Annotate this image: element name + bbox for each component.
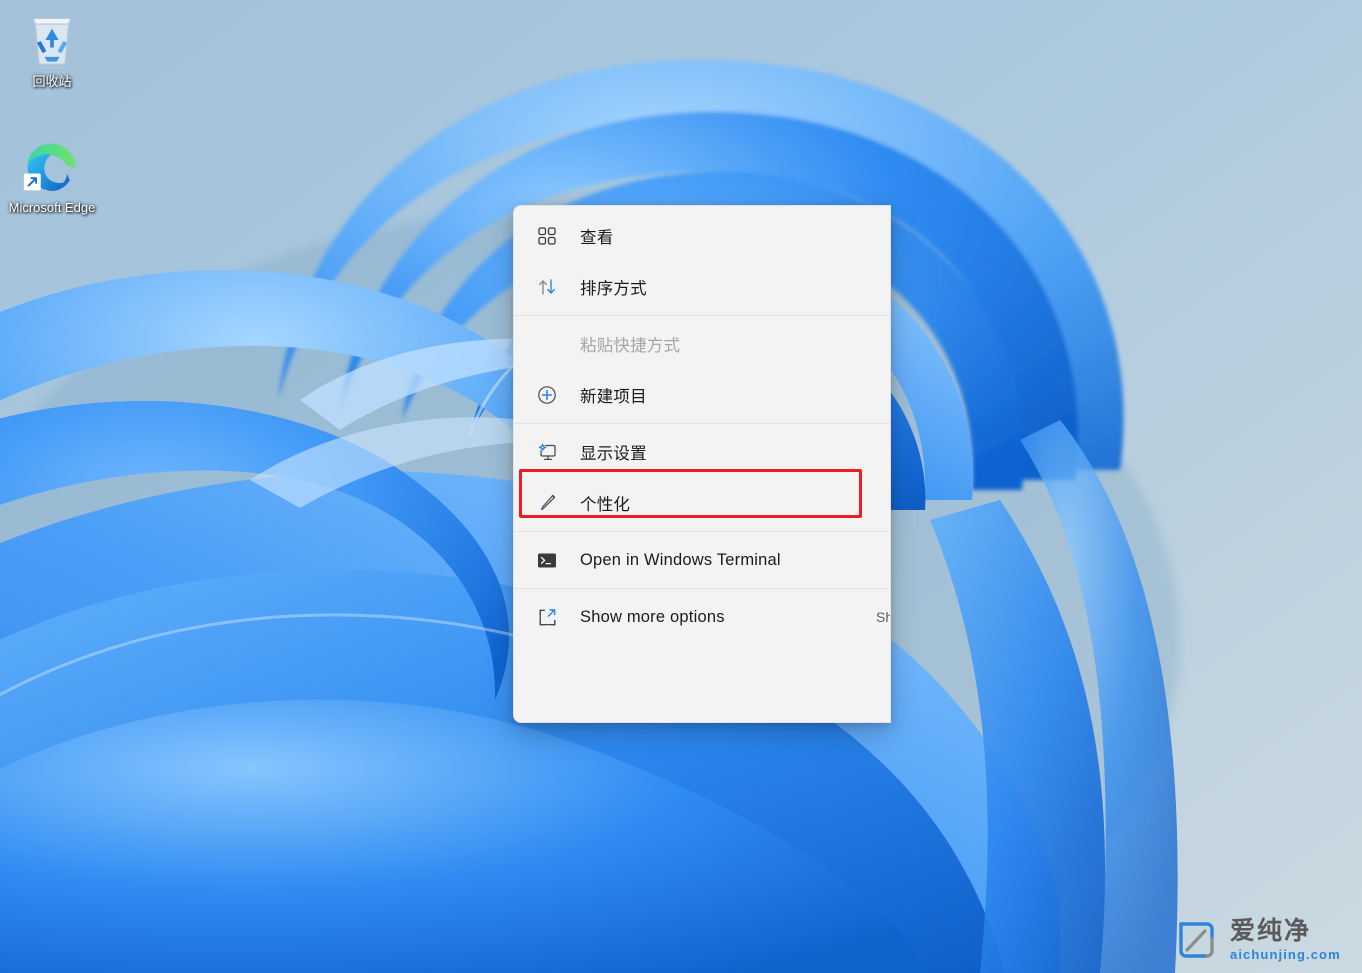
menu-item-display-settings[interactable]: 显示设置 bbox=[518, 427, 886, 477]
grid-view-icon bbox=[536, 225, 558, 247]
menu-item-label: 排序方式 bbox=[580, 280, 647, 298]
paintbrush-icon bbox=[536, 492, 558, 514]
menu-item-label: 新建项目 bbox=[580, 388, 647, 406]
aichunjing-logo-icon bbox=[1179, 922, 1214, 958]
menu-item-paste-shortcut: 粘贴快捷方式 bbox=[518, 319, 886, 369]
menu-item-accelerator: Shift bbox=[875, 609, 890, 625]
more-options-icon bbox=[536, 606, 558, 628]
terminal-icon bbox=[536, 549, 558, 571]
menu-item-view[interactable]: 查看 bbox=[518, 211, 886, 261]
menu-item-open-in-windows-terminal[interactable]: Open in Windows Terminal bbox=[518, 535, 886, 585]
menu-item-label: Open in Windows Terminal bbox=[580, 550, 781, 569]
menu-item-label: 粘贴快捷方式 bbox=[580, 337, 681, 355]
monitor-gear-icon bbox=[536, 441, 558, 463]
desktop-icon-microsoft-edge[interactable]: Microsoft Edge bbox=[4, 136, 100, 216]
menu-item-label: 显示设置 bbox=[580, 445, 647, 463]
menu-separator bbox=[514, 423, 890, 424]
desktop-context-menu[interactable]: 查看 排序方式 粘贴快捷方式 新建项目 显示设置 个性化 Open in Win… bbox=[513, 205, 891, 723]
watermark-cn-text: 爱纯净 bbox=[1230, 917, 1312, 945]
edge-icon bbox=[23, 143, 76, 191]
menu-item-label: 个性化 bbox=[580, 496, 631, 514]
recycle-bin-icon bbox=[32, 17, 72, 66]
desktop[interactable]: 回收站 Microsoft Edge 查看 排序方式 粘贴快捷方式 新建项目 显… bbox=[0, 0, 1362, 973]
menu-item-label: Show more options bbox=[580, 607, 725, 626]
desktop-icon-label: Microsoft Edge bbox=[8, 200, 96, 215]
desktop-icon-label: 回收站 bbox=[32, 74, 72, 89]
watermark-en-text: aichunjing.com bbox=[1230, 947, 1341, 962]
sort-arrows-icon bbox=[536, 276, 558, 298]
menu-item-sort-by[interactable]: 排序方式 bbox=[518, 262, 886, 312]
menu-separator bbox=[514, 315, 890, 316]
desktop-icon-recycle-bin[interactable]: 回收站 bbox=[4, 10, 100, 90]
plus-circle-icon bbox=[536, 384, 558, 406]
menu-item-label: 查看 bbox=[580, 229, 614, 247]
menu-item-personalize[interactable]: 个性化 bbox=[518, 478, 886, 528]
empty-icon-slot bbox=[536, 333, 558, 355]
site-watermark: 爱纯净 aichunjing.com bbox=[1176, 918, 1341, 962]
menu-item-show-more-options[interactable]: Show more options Shift bbox=[518, 592, 890, 642]
menu-separator bbox=[514, 588, 890, 589]
menu-item-new-item[interactable]: 新建项目 bbox=[518, 370, 886, 420]
menu-separator bbox=[514, 531, 890, 532]
